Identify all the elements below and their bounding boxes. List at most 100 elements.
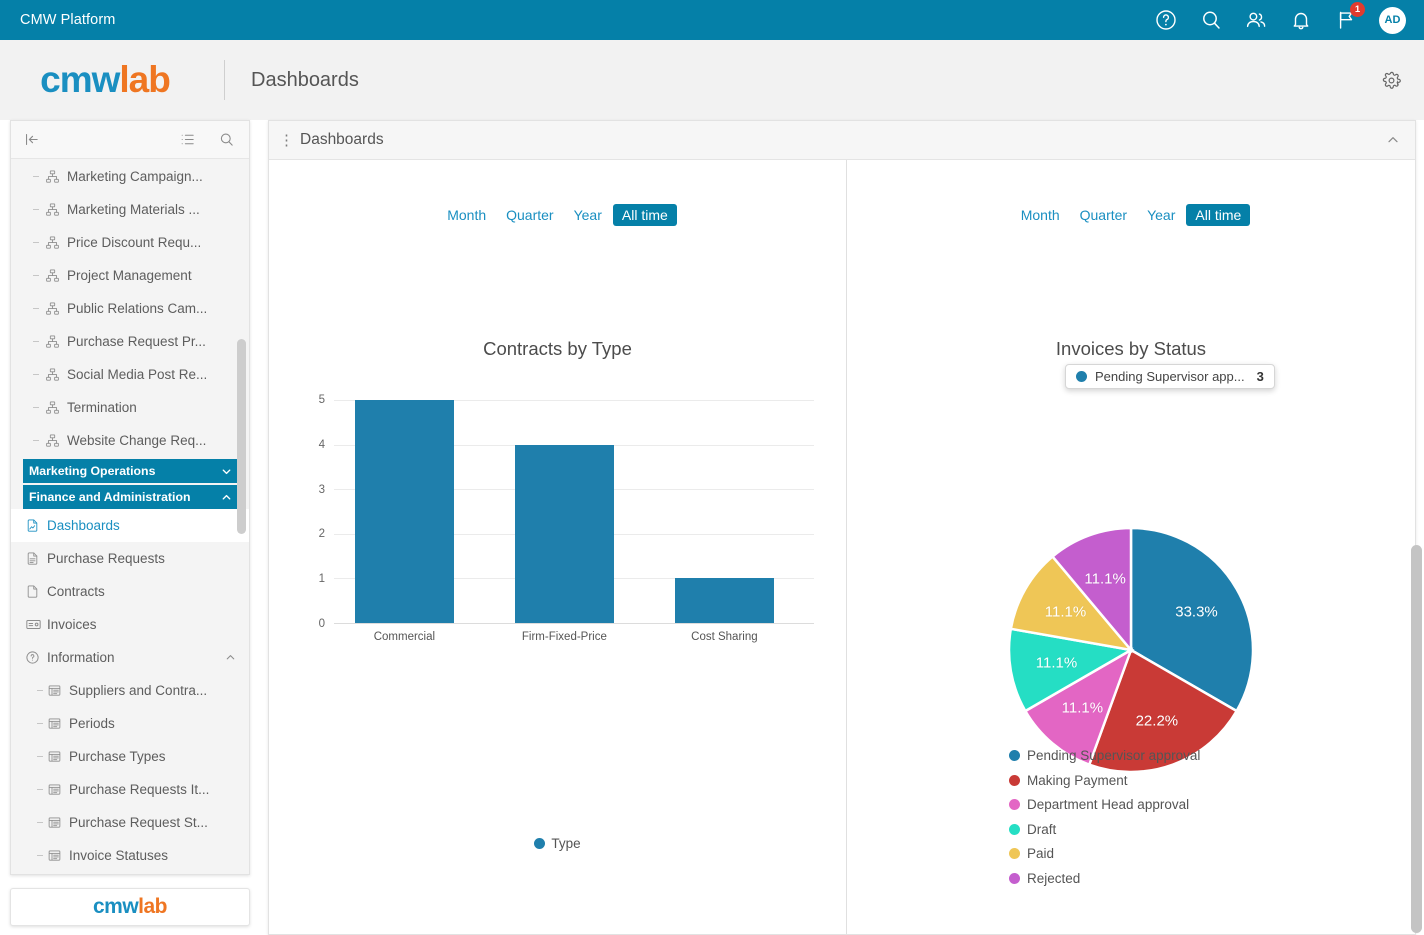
avatar[interactable]: AD [1379,7,1406,34]
table-icon [47,815,69,830]
sidebar-item-label: Suppliers and Contra... [69,683,207,698]
sidebar-process-item[interactable]: Price Discount Requ... [11,226,249,259]
platform-icon-group: 1 AD [1154,7,1406,34]
bar[interactable] [675,578,774,623]
period-tab-quarter[interactable]: Quarter [1071,204,1136,226]
period-tab-month[interactable]: Month [1012,204,1069,226]
sidebar-process-item[interactable]: Termination [11,391,249,424]
sidebar-group-header[interactable]: Marketing Operations [23,459,241,483]
list-icon[interactable] [179,131,196,148]
sidebar-information-item[interactable]: Invoice Statuses [11,839,249,872]
logo-lab: lab [119,59,169,100]
pie-legend-item[interactable]: Making Payment [1009,769,1200,792]
sidebar-item-label: Termination [67,400,137,415]
table-icon [47,716,69,731]
sidebar-information-item[interactable]: Purchase Requests It... [11,773,249,806]
gear-icon[interactable] [1374,63,1408,97]
pie-legend-item[interactable]: Pending Supervisor approval [1009,744,1200,767]
page-scrollbar[interactable] [1411,545,1422,933]
sidebar-footer-logo[interactable]: cmwlab [10,888,250,926]
sidebar-item-label: Invoice Statuses [69,848,168,863]
sidebar-group-label: Finance and Administration [29,490,190,504]
bar-chart-legend[interactable]: Type [269,836,846,851]
sidebar-information-item[interactable]: Purchase Types [11,740,249,773]
sidebar-information-item[interactable]: Periods [11,707,249,740]
sidebar-item-information[interactable]: Information [11,641,249,674]
sidebar-scrollbar[interactable] [237,339,246,534]
sidebar-process-item[interactable]: Website Change Req... [11,424,249,457]
sidebar-item-contracts[interactable]: Contracts [11,575,249,608]
table-icon [47,848,69,863]
sidebar-item-label: Project Management [67,268,192,283]
pie-legend-item[interactable]: Department Head approval [1009,793,1200,816]
process-icon [45,334,67,349]
sidebar-information-item[interactable]: Purchase Request St... [11,806,249,839]
bar-plot-area: 012345CommercialFirm-Fixed-PriceCost Sha… [334,400,814,623]
sidebar: Marketing Campaign...Marketing Materials… [10,120,250,875]
help-icon[interactable] [1154,8,1178,32]
pie-tooltip: Pending Supervisor app... 3 [1065,364,1275,389]
search-icon[interactable] [218,131,235,148]
sidebar-process-item[interactable]: Project Management [11,259,249,292]
sidebar-item-label: Contracts [47,584,105,599]
legend-color-swatch [1009,775,1020,786]
pie-legend-item[interactable]: Rejected [1009,867,1200,890]
chevron-up-icon[interactable] [220,491,233,504]
process-icon [45,301,67,316]
collapse-left-icon[interactable] [23,131,40,148]
bell-icon[interactable] [1289,8,1313,32]
tooltip-label: Pending Supervisor app... [1095,369,1245,384]
legend-label: Pending Supervisor approval [1027,748,1200,763]
bar-y-tick-label: 2 [319,528,325,540]
legend-color-swatch [1009,799,1020,810]
chevron-up-icon[interactable] [1385,132,1401,148]
app-logo[interactable]: cmwlab [0,59,210,101]
bar-x-tick-label: Cost Sharing [691,631,757,643]
pie-legend-item[interactable]: Draft [1009,818,1200,841]
legend-label: Making Payment [1027,773,1128,788]
legend-label: Department Head approval [1027,797,1189,812]
sidebar-group-label: Marketing Operations [29,464,155,478]
legend-color-swatch [534,838,545,849]
period-tab-year[interactable]: Year [1138,204,1184,226]
search-icon[interactable] [1199,8,1223,32]
table-icon [47,683,69,698]
period-tab-all-time[interactable]: All time [1186,204,1250,226]
sidebar-item-label: Purchase Request Pr... [67,334,206,349]
period-tab-all-time[interactable]: All time [613,204,677,226]
users-icon[interactable] [1244,8,1268,32]
pie-chart[interactable]: 33.3%22.2%11.1%11.1%11.1%11.1% [1006,525,1256,780]
flag-badge: 1 [1350,2,1365,17]
kebab-menu-icon[interactable]: ⋮ [279,133,294,148]
sidebar-process-item[interactable]: Marketing Materials ... [11,193,249,226]
pie-chart-title: Invoices by Status [847,338,1415,360]
flag-icon[interactable]: 1 [1334,8,1358,32]
sidebar-item-label: Purchase Requests It... [69,782,209,797]
period-tab-year[interactable]: Year [565,204,611,226]
legend-color-swatch [1009,848,1020,859]
sidebar-item-dashboards[interactable]: Dashboards [11,509,249,542]
sidebar-item-label: Invoices [47,617,97,632]
period-tab-month[interactable]: Month [438,204,495,226]
tooltip-color-swatch [1076,371,1087,382]
sidebar-information-item[interactable]: Counterparties [11,872,249,874]
period-tab-quarter[interactable]: Quarter [497,204,562,226]
sidebar-process-item[interactable]: Social Media Post Re... [11,358,249,391]
bar[interactable] [355,400,454,623]
sidebar-process-item[interactable]: Public Relations Cam... [11,292,249,325]
bar-y-tick-label: 0 [319,618,325,630]
sidebar-item-purchase-requests[interactable]: Purchase Requests [11,542,249,575]
sidebar-process-item[interactable]: Purchase Request Pr... [11,325,249,358]
sidebar-item-invoices[interactable]: Invoices [11,608,249,641]
sidebar-item-label: Public Relations Cam... [67,301,207,316]
bar[interactable] [515,445,614,623]
sidebar-item-label: Dashboards [47,518,120,533]
sidebar-item-label: Website Change Req... [67,433,206,448]
sidebar-information-item[interactable]: Suppliers and Contra... [11,674,249,707]
pie-legend-item[interactable]: Paid [1009,842,1200,865]
sidebar-process-item[interactable]: Marketing Campaign... [11,160,249,193]
chevron-down-icon[interactable] [220,465,233,478]
footer-logo-lab: lab [138,895,167,918]
sidebar-group-header[interactable]: Finance and Administration [23,485,241,509]
chevron-up-icon[interactable] [224,651,249,664]
